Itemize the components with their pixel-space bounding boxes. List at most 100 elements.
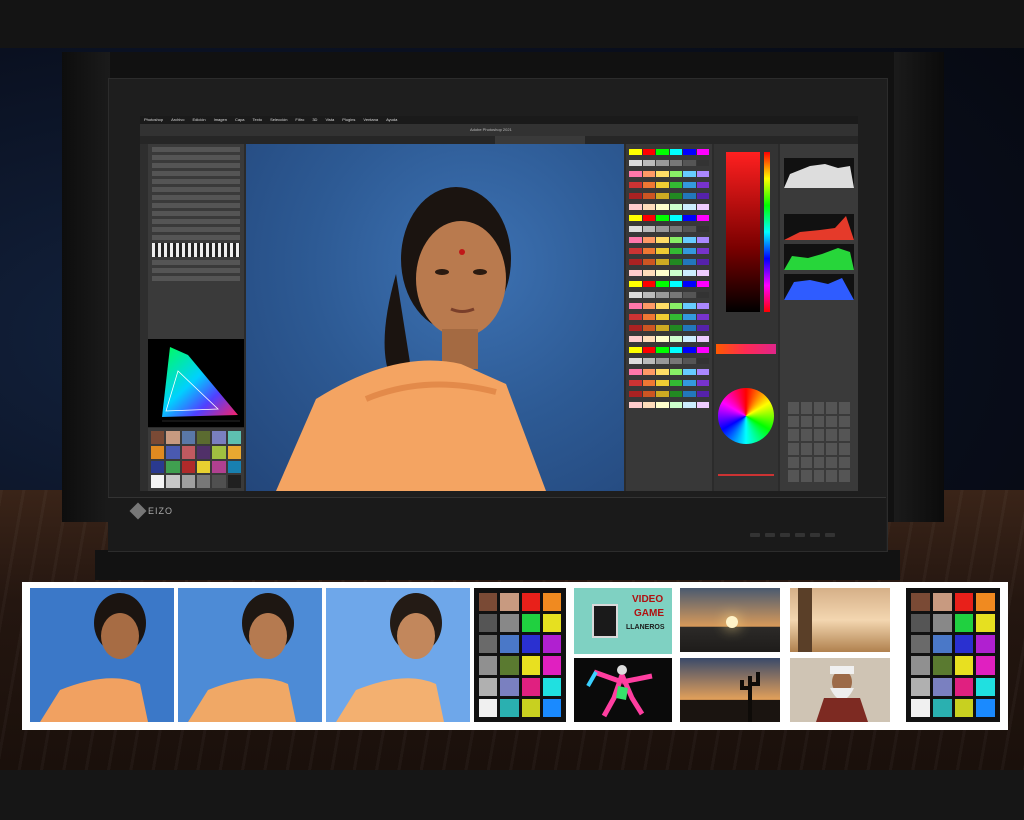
- tool-button[interactable]: [826, 456, 838, 469]
- tool-button[interactable]: [839, 415, 850, 428]
- tool-button[interactable]: [813, 429, 825, 441]
- menu-item[interactable]: Edición: [192, 116, 205, 124]
- swatch-row: [629, 380, 709, 386]
- menu-item[interactable]: Filtro: [295, 116, 304, 124]
- menu-item[interactable]: 3D: [312, 116, 317, 124]
- swatch: [166, 475, 180, 488]
- checker-patch: [976, 635, 995, 654]
- swatch: [151, 431, 165, 444]
- swatch-row: [629, 226, 709, 232]
- hue-slider[interactable]: [764, 152, 770, 312]
- checker-patch: [932, 698, 952, 717]
- monitor-button[interactable]: [795, 533, 805, 537]
- tool-button[interactable]: [788, 456, 799, 469]
- swatch: [212, 431, 226, 444]
- tool-button[interactable]: [839, 429, 850, 441]
- thumbnail-color-checker-2[interactable]: [906, 588, 1000, 722]
- checker-patch: [500, 614, 519, 633]
- tool-button[interactable]: [826, 470, 838, 482]
- checker-patch: [954, 593, 974, 612]
- tool-button[interactable]: [813, 415, 825, 428]
- thumbnail-portrait-2[interactable]: [178, 588, 322, 722]
- checker-patch: [911, 677, 930, 696]
- tool-button[interactable]: [800, 470, 812, 482]
- monitor-buttons: [750, 533, 835, 537]
- monitor-button[interactable]: [780, 533, 790, 537]
- opacity-slider[interactable]: [718, 474, 774, 476]
- tool-button[interactable]: [788, 470, 799, 482]
- menu-item[interactable]: Capa: [235, 116, 245, 124]
- tool-button[interactable]: [788, 402, 799, 414]
- checker-patch: [479, 656, 498, 675]
- tool-button[interactable]: [826, 402, 838, 414]
- thumbnail-cactus-sunset[interactable]: [680, 658, 780, 722]
- eizo-logo-icon: [129, 502, 147, 520]
- tool-button[interactable]: [826, 442, 838, 455]
- tool-button[interactable]: [813, 470, 825, 482]
- menu-item[interactable]: Selección: [270, 116, 287, 124]
- checker-patch: [932, 614, 952, 633]
- thumbnail-video-game-sign[interactable]: VIDEO GAME LLANEROS: [574, 588, 672, 654]
- tool-button[interactable]: [800, 442, 812, 455]
- menu-item[interactable]: Ventana: [363, 116, 378, 124]
- menu-item[interactable]: Archivo: [171, 116, 184, 124]
- tool-button[interactable]: [800, 415, 812, 428]
- swatch-row: [629, 391, 709, 397]
- checker-patch: [932, 677, 952, 696]
- tool-button[interactable]: [839, 470, 850, 482]
- tool-strip: [140, 144, 148, 491]
- swatch: [227, 460, 241, 474]
- tool-button[interactable]: [813, 456, 825, 469]
- tool-button[interactable]: [839, 402, 850, 414]
- checker-patch: [500, 593, 519, 612]
- tool-button[interactable]: [826, 429, 838, 441]
- tool-button[interactable]: [788, 415, 799, 428]
- color-checker-panel: [148, 428, 244, 491]
- thumbnail-bearded-man[interactable]: [790, 658, 890, 722]
- swatch-row: [629, 314, 709, 320]
- checker-patch: [521, 656, 540, 675]
- color-wheel[interactable]: [718, 388, 774, 444]
- tool-button[interactable]: [800, 402, 812, 414]
- monitor-button[interactable]: [825, 533, 835, 537]
- swatch: [166, 460, 180, 474]
- window: [592, 604, 618, 638]
- menu-item[interactable]: Plugins: [342, 116, 355, 124]
- hood-left-wing: [62, 52, 110, 522]
- gamut-chart: [148, 339, 244, 427]
- menu-item[interactable]: Photoshop: [144, 116, 163, 124]
- checker-patch: [932, 593, 952, 612]
- monitor-button[interactable]: [750, 533, 760, 537]
- color-field[interactable]: [726, 152, 760, 312]
- tool-button[interactable]: [800, 456, 812, 469]
- thumbnail-desert-tree[interactable]: [790, 588, 890, 652]
- swatch-row: [629, 193, 709, 199]
- tool-button[interactable]: [813, 402, 825, 414]
- sun: [726, 616, 738, 628]
- swatch: [181, 475, 195, 488]
- tool-button[interactable]: [839, 456, 850, 469]
- monitor-button[interactable]: [765, 533, 775, 537]
- menu-item[interactable]: Vista: [325, 116, 334, 124]
- checker-patch: [911, 698, 930, 717]
- thumbnail-dancer-art[interactable]: [574, 658, 672, 722]
- swatches-panel: [626, 144, 712, 491]
- tool-button[interactable]: [826, 415, 838, 428]
- tool-button[interactable]: [839, 442, 850, 455]
- checker-patch: [954, 656, 974, 675]
- tool-button[interactable]: [788, 442, 799, 455]
- swatch-row: [629, 248, 709, 254]
- tab-active-document[interactable]: [495, 136, 585, 144]
- thumbnail-color-checker-1[interactable]: [474, 588, 566, 722]
- monitor-button[interactable]: [810, 533, 820, 537]
- tool-button[interactable]: [813, 442, 825, 455]
- tool-palette: [788, 402, 850, 482]
- menu-item[interactable]: Imagen: [214, 116, 227, 124]
- menu-item[interactable]: Ayuda: [386, 116, 397, 124]
- thumbnail-portrait-3[interactable]: [326, 588, 470, 722]
- tool-button[interactable]: [800, 429, 812, 441]
- tool-button[interactable]: [788, 429, 799, 441]
- thumbnail-portrait-1[interactable]: [30, 588, 174, 722]
- thumbnail-sunset-lake[interactable]: [680, 588, 780, 652]
- menu-item[interactable]: Texto: [253, 116, 263, 124]
